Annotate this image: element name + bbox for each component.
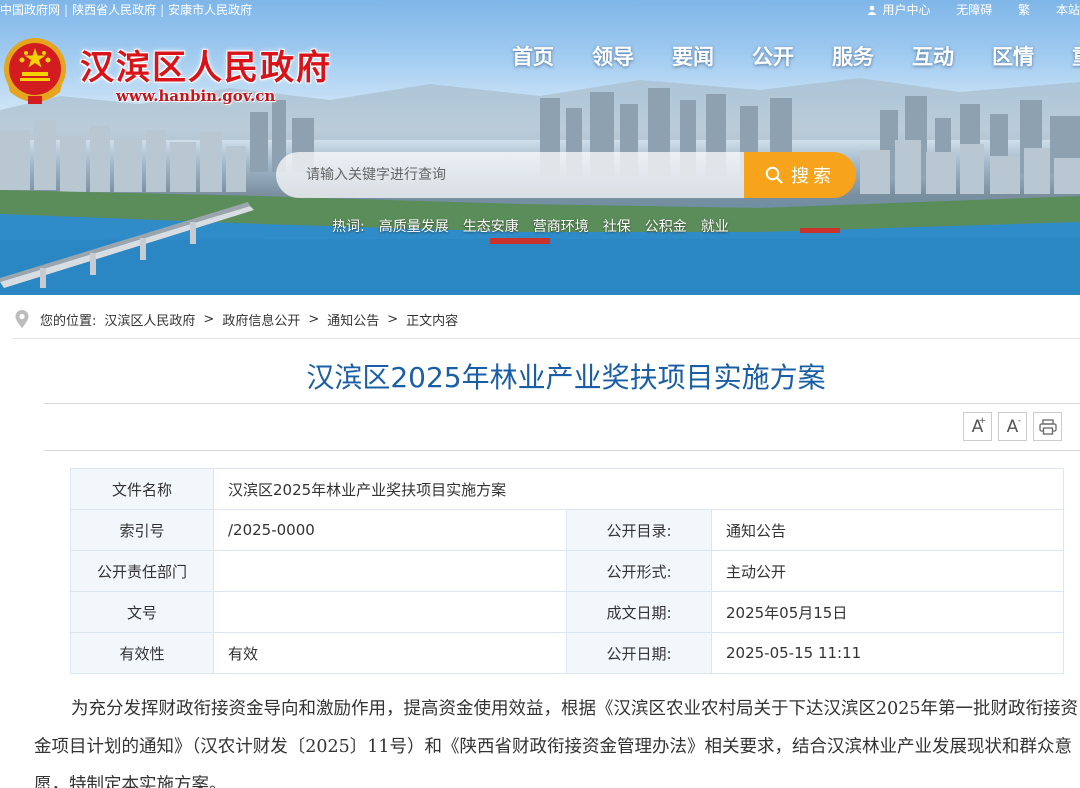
print-button[interactable] xyxy=(1033,412,1062,441)
table-row: 文件名称 汉滨区2025年林业产业奖扶项目实施方案 xyxy=(70,468,1064,510)
nav-services[interactable]: 服务 xyxy=(832,41,912,71)
search-button-label: 搜索 xyxy=(791,166,835,187)
publish-date-label: 公开日期: xyxy=(566,632,712,674)
hot-words-label: 热词: xyxy=(332,219,365,235)
table-row: 索引号 /2025-0000 公开目录: 通知公告 xyxy=(70,509,1064,551)
search-box xyxy=(276,152,746,198)
header-banner: 中国政府网 | 陕西省人民政府 | 安康市人民政府 用户中心 无障碍 繁 本站 汉滨区人… xyxy=(0,0,1080,295)
nav-disclosure[interactable]: 公开 xyxy=(752,41,832,71)
divider xyxy=(44,450,1080,451)
file-name-label: 文件名称 xyxy=(70,468,214,510)
breadcrumb: 您的位置: 汉滨区人民政府 > 政府信息公开 > 通知公告 > 正文内容 xyxy=(14,308,466,330)
doc-no-value xyxy=(213,591,567,633)
printer-icon xyxy=(1038,418,1057,435)
table-row: 文号 成文日期: 2025年05月15日 xyxy=(70,591,1064,633)
breadcrumb-separator: > xyxy=(308,311,320,327)
accessibility-link[interactable]: 无障碍 xyxy=(956,0,992,20)
body-paragraph: 为充分发挥财政衔接资金导向和激励作用，提高资金使用效益，根据《汉滨区农业农村局关… xyxy=(34,699,1079,788)
breadcrumb-separator: > xyxy=(387,311,399,327)
divider xyxy=(44,403,1080,404)
nav-leaders[interactable]: 领导 xyxy=(592,41,672,71)
link-gov-cn[interactable]: 中国政府网 xyxy=(0,3,60,17)
breadcrumb-separator: > xyxy=(203,311,215,327)
dept-label: 公开责任部门 xyxy=(70,550,214,592)
index-value: /2025-0000 xyxy=(213,509,567,551)
hot-word[interactable]: 社保 xyxy=(603,219,631,235)
hot-word[interactable]: 营商环境 xyxy=(533,219,589,235)
link-ankang-gov[interactable]: 安康市人民政府 xyxy=(168,3,252,17)
site-link[interactable]: 本站 xyxy=(1056,0,1080,20)
user-center-label: 用户中心 xyxy=(882,3,931,17)
form-label: 公开形式: xyxy=(566,550,712,592)
validity-label: 有效性 xyxy=(70,632,214,674)
dept-value xyxy=(213,550,567,592)
article-body: 为充分发挥财政衔接资金导向和激励作用，提高资金使用效益，根据《汉滨区农业农村局关… xyxy=(34,690,1080,788)
file-name-value: 汉滨区2025年林业产业奖扶项目实施方案 xyxy=(213,468,1064,510)
site-url: www.hanbin.gov.cn xyxy=(116,87,276,105)
search-icon xyxy=(765,166,783,184)
breadcrumb-link[interactable]: 通知公告 xyxy=(327,310,379,329)
table-row: 有效性 有效 公开日期: 2025-05-15 11:11 xyxy=(70,632,1064,674)
traditional-chinese-link[interactable]: 繁 xyxy=(1018,0,1030,20)
hot-word[interactable]: 高质量发展 xyxy=(379,219,449,235)
font-enlarge-button[interactable]: A + xyxy=(963,412,992,441)
publish-date-value: 2025-05-15 11:11 xyxy=(711,632,1064,674)
breadcrumb-link[interactable]: 汉滨区人民政府 xyxy=(104,310,195,329)
location-pin-icon xyxy=(15,310,29,328)
nav-interaction[interactable]: 互动 xyxy=(912,41,992,71)
doc-no-label: 文号 xyxy=(70,591,214,633)
search-input[interactable] xyxy=(276,152,746,198)
font-shrink-icon: A xyxy=(1006,416,1019,437)
divider xyxy=(12,338,1080,339)
index-label: 索引号 xyxy=(70,509,214,551)
written-date-label: 成文日期: xyxy=(566,591,712,633)
top-utility-bar: 中国政府网 | 陕西省人民政府 | 安康市人民政府 用户中心 无障碍 繁 本站 xyxy=(0,0,1080,20)
main-nav: 首页领导要闻公开服务互动区情重 xyxy=(512,41,1080,71)
user-icon xyxy=(867,5,877,15)
nav-more[interactable]: 重 xyxy=(1072,41,1080,71)
catalog-label: 公开目录: xyxy=(566,509,712,551)
document-info-table: 文件名称 汉滨区2025年林业产业奖扶项目实施方案 索引号 /2025-0000… xyxy=(70,468,1064,674)
nav-news[interactable]: 要闻 xyxy=(672,41,752,71)
article-tools: A + A- xyxy=(963,412,1068,441)
form-value: 主动公开 xyxy=(711,550,1064,592)
written-date-value: 2025年05月15日 xyxy=(711,591,1064,633)
table-row: 公开责任部门 公开形式: 主动公开 xyxy=(70,550,1064,592)
catalog-value: 通知公告 xyxy=(711,509,1064,551)
hot-word[interactable]: 公积金 xyxy=(645,219,687,235)
site-title[interactable]: 汉滨区人民政府 xyxy=(80,40,332,89)
font-shrink-button[interactable]: A- xyxy=(998,412,1027,441)
search-button[interactable]: 搜索 xyxy=(744,152,856,198)
hot-word[interactable]: 就业 xyxy=(701,219,729,235)
hot-words: 热词: 高质量发展 生态安康 营商环境 社保 公积金 就业 xyxy=(332,216,743,236)
article-title: 汉滨区2025年林业产业奖扶项目实施方案 xyxy=(306,361,826,394)
national-emblem-logo xyxy=(4,38,66,104)
link-shaanxi-gov[interactable]: 陕西省人民政府 xyxy=(72,3,156,17)
validity-value: 有效 xyxy=(213,632,567,674)
breadcrumb-link[interactable]: 政府信息公开 xyxy=(222,310,300,329)
nav-district-info[interactable]: 区情 xyxy=(992,41,1072,71)
user-center-link[interactable]: 用户中心 xyxy=(867,0,930,20)
breadcrumb-prefix: 您的位置: xyxy=(40,313,97,329)
breadcrumb-current: 正文内容 xyxy=(406,313,459,329)
hot-word[interactable]: 生态安康 xyxy=(463,219,519,235)
nav-home[interactable]: 首页 xyxy=(512,41,592,71)
